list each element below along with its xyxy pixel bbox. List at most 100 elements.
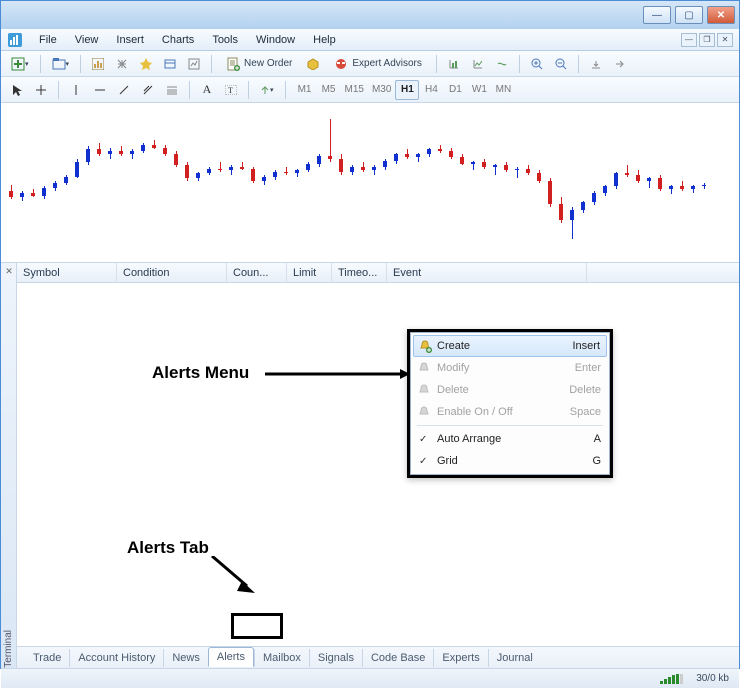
- window-minimize-button[interactable]: —: [643, 6, 671, 24]
- menubar: File View Insert Charts Tools Window Hel…: [1, 29, 739, 51]
- ctx-delete: DeleteDelete: [413, 379, 607, 401]
- toolbar-drawing: A T ▾ M1M5M15M30H1H4D1W1MN: [1, 77, 739, 103]
- indicator-1-button[interactable]: [444, 54, 464, 74]
- ctx-modify: ModifyEnter: [413, 357, 607, 379]
- tab-news[interactable]: News: [163, 649, 208, 667]
- ctx-auto-arrange[interactable]: Auto ArrangeA: [413, 428, 607, 450]
- text-label-button[interactable]: T: [221, 80, 241, 100]
- mdi-restore-button[interactable]: ❐: [699, 33, 715, 47]
- menu-help[interactable]: Help: [305, 31, 344, 49]
- tab-signals[interactable]: Signals: [309, 649, 362, 667]
- column-header[interactable]: Condition: [117, 263, 227, 282]
- terminal-button[interactable]: [160, 54, 180, 74]
- svg-text:T: T: [228, 86, 233, 95]
- zoom-out-button[interactable]: [551, 54, 571, 74]
- app-icon: [7, 32, 23, 48]
- tab-mailbox[interactable]: Mailbox: [254, 649, 309, 667]
- expert-advisors-icon: [334, 57, 348, 71]
- arrow-to-menu: [265, 369, 410, 379]
- indicator-3-button[interactable]: [492, 54, 512, 74]
- chart-area[interactable]: [1, 103, 739, 263]
- app-window: — ▢ ✕ File View Insert Charts Tools Wind…: [0, 0, 740, 669]
- alerts-grid-body[interactable]: CreateInsertModifyEnterDeleteDeleteEnabl…: [17, 283, 739, 646]
- alerts-grid-header: SymbolConditionCoun...LimitTimeo...Event: [17, 263, 739, 283]
- trendline-button[interactable]: [114, 80, 134, 100]
- arrow-to-tab: [207, 556, 257, 596]
- expert-advisors-button[interactable]: Expert Advisors: [327, 54, 428, 74]
- menu-window[interactable]: Window: [248, 31, 303, 49]
- terminal-left-strip: Terminal: [1, 263, 17, 668]
- new-chart-button[interactable]: ▾: [7, 54, 33, 74]
- connection-signal-icon: [660, 674, 688, 684]
- timeframe-w1[interactable]: W1: [467, 80, 491, 100]
- ctx-grid[interactable]: GridG: [413, 450, 607, 472]
- vertical-line-button[interactable]: [66, 80, 86, 100]
- timeframe-m5[interactable]: M5: [317, 80, 341, 100]
- timeframe-mn[interactable]: MN: [491, 80, 515, 100]
- column-header[interactable]: Coun...: [227, 263, 287, 282]
- chart-shift-button[interactable]: [586, 54, 606, 74]
- titlebar: — ▢ ✕: [1, 1, 739, 29]
- new-order-icon: [226, 57, 240, 71]
- timeframe-m15[interactable]: M15: [341, 80, 368, 100]
- strategy-tester-button[interactable]: [184, 54, 204, 74]
- window-close-button[interactable]: ✕: [707, 6, 735, 24]
- toolbar-main: ▾ ▾ New Order Expert Advisors: [1, 51, 739, 77]
- terminal-close-button[interactable]: ✕: [3, 265, 15, 277]
- text-button[interactable]: A: [197, 80, 217, 100]
- tab-journal[interactable]: Journal: [488, 649, 541, 667]
- column-header[interactable]: Limit: [287, 263, 332, 282]
- market-watch-button[interactable]: [88, 54, 108, 74]
- navigator-button[interactable]: [136, 54, 156, 74]
- tab-experts[interactable]: Experts: [433, 649, 487, 667]
- indicator-2-button[interactable]: [468, 54, 488, 74]
- auto-scroll-button[interactable]: [610, 54, 630, 74]
- menu-tools[interactable]: Tools: [204, 31, 246, 49]
- ctx-create[interactable]: CreateInsert: [413, 335, 607, 357]
- bell-icon: [417, 361, 431, 375]
- menu-insert[interactable]: Insert: [108, 31, 152, 49]
- arrows-button[interactable]: ▾: [256, 80, 278, 100]
- status-bar: 30/0 kb: [1, 668, 739, 688]
- crosshair-button[interactable]: [31, 80, 51, 100]
- timeframe-d1[interactable]: D1: [443, 80, 467, 100]
- mdi-close-button[interactable]: ✕: [717, 33, 733, 47]
- metaeditor-button[interactable]: [303, 54, 323, 74]
- status-kb: 30/0 kb: [696, 673, 729, 684]
- tab-code-base[interactable]: Code Base: [362, 649, 433, 667]
- tab-trade[interactable]: Trade: [25, 649, 69, 667]
- horizontal-line-button[interactable]: [90, 80, 110, 100]
- highlight-box-alerts-tab: [231, 613, 283, 639]
- column-header[interactable]: Event: [387, 263, 587, 282]
- bell-icon: [417, 405, 431, 419]
- menu-file[interactable]: File: [31, 31, 65, 49]
- ctx-enable-on-off: Enable On / OffSpace: [413, 401, 607, 423]
- bell-icon: [417, 383, 431, 397]
- new-order-button[interactable]: New Order: [219, 54, 299, 74]
- terminal-panel: ✕ Terminal SymbolConditionCoun...LimitTi…: [1, 263, 739, 668]
- annotation-alerts-menu: Alerts Menu: [152, 363, 249, 383]
- profiles-button[interactable]: ▾: [48, 54, 74, 74]
- terminal-label: Terminal: [3, 624, 14, 668]
- zoom-in-button[interactable]: [527, 54, 547, 74]
- timeframe-m30[interactable]: M30: [368, 80, 395, 100]
- annotation-alerts-tab: Alerts Tab: [127, 538, 209, 558]
- tab-alerts[interactable]: Alerts: [208, 647, 254, 667]
- menu-view[interactable]: View: [67, 31, 107, 49]
- fibonacci-button[interactable]: [162, 80, 182, 100]
- menu-charts[interactable]: Charts: [154, 31, 202, 49]
- tab-account-history[interactable]: Account History: [69, 649, 163, 667]
- timeframe-h4[interactable]: H4: [419, 80, 443, 100]
- window-maximize-button[interactable]: ▢: [675, 6, 703, 24]
- cursor-button[interactable]: [7, 80, 27, 100]
- new-order-label: New Order: [244, 58, 292, 69]
- timeframe-m1[interactable]: M1: [293, 80, 317, 100]
- terminal-tabs: TradeAccount HistoryNewsAlertsMailboxSig…: [17, 646, 739, 668]
- bell-icon: [418, 339, 432, 353]
- equidistant-button[interactable]: [138, 80, 158, 100]
- timeframe-h1[interactable]: H1: [395, 80, 419, 100]
- column-header[interactable]: Symbol: [17, 263, 117, 282]
- column-header[interactable]: Timeo...: [332, 263, 387, 282]
- mdi-minimize-button[interactable]: —: [681, 33, 697, 47]
- data-window-button[interactable]: [112, 54, 132, 74]
